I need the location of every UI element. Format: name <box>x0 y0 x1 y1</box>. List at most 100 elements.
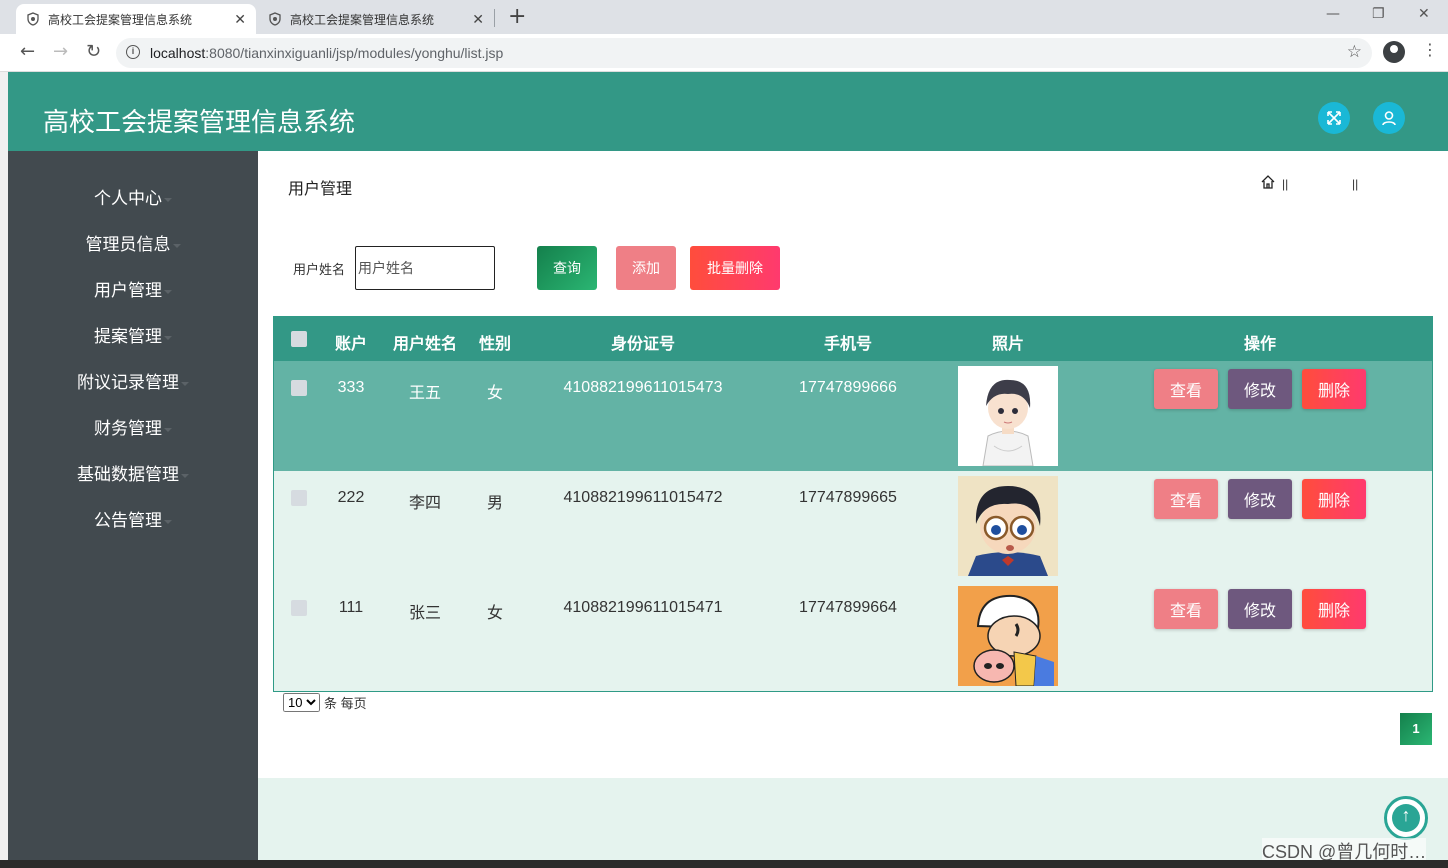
sidebar-item-basic-data[interactable]: 基础数据管理 <box>8 460 258 485</box>
edit-button[interactable]: 修改 <box>1228 369 1292 409</box>
browser-tab-title: 高校工会提案管理信息系统 <box>48 12 193 27</box>
menu-kebab-icon[interactable]: ⋮ <box>1422 40 1438 59</box>
sidebar-item-announcements[interactable]: 公告管理 <box>8 506 258 531</box>
cell-account: 222 <box>337 489 365 506</box>
query-button[interactable]: 查询 <box>537 246 597 290</box>
window-close-icon[interactable]: ✕ <box>1418 6 1430 22</box>
page-size-suffix: 条 每页 <box>324 696 367 711</box>
browser-tab-title: 高校工会提案管理信息系统 <box>290 12 435 27</box>
new-tab-button[interactable]: + <box>508 4 526 29</box>
view-button[interactable]: 查看 <box>1154 369 1218 409</box>
column-header: 性别 <box>478 336 512 353</box>
caret-down-icon <box>164 427 172 432</box>
browser-tab-2[interactable]: 高校工会提案管理信息系统 ✕ <box>258 4 494 34</box>
sidebar-item-personal-center[interactable]: 个人中心 <box>8 184 258 209</box>
table-header: 账户 用户姓名 性别 身份证号 手机号 照片 操作 <box>274 317 1432 361</box>
user-button[interactable] <box>1373 102 1405 134</box>
cell-id-card: 410882199611015471 <box>563 599 723 616</box>
cell-name: 王五 <box>408 385 442 402</box>
batch-delete-button[interactable]: 批量删除 <box>690 246 780 290</box>
view-button[interactable]: 查看 <box>1154 589 1218 629</box>
minimize-icon[interactable]: — <box>1326 6 1340 22</box>
url-text: localhost:8080/tianxinxiguanli/jsp/modul… <box>150 45 504 61</box>
column-header: 操作 <box>1243 336 1277 353</box>
back-to-top-button[interactable]: ↑ <box>1384 796 1428 840</box>
delete-button[interactable]: 删除 <box>1302 589 1366 629</box>
cell-gender: 女 <box>486 385 504 402</box>
cell-id-card: 410882199611015472 <box>563 489 723 506</box>
browser-tab-1[interactable]: 高校工会提案管理信息系统 ✕ <box>16 4 256 34</box>
cell-id-card: 410882199611015473 <box>563 379 723 396</box>
app-title: 高校工会提案管理信息系统 <box>43 107 356 137</box>
cell-phone: 17747899665 <box>799 489 897 506</box>
caret-down-icon <box>172 243 181 248</box>
shield-icon <box>269 12 281 26</box>
column-header: 身份证号 <box>610 336 676 353</box>
caret-down-icon <box>164 197 172 202</box>
table-row[interactable]: 222 李四 男 410882199611015472 17747899665 <box>274 471 1432 581</box>
sidebar-item-proposal-management[interactable]: 提案管理 <box>8 322 258 347</box>
user-photo <box>958 586 1058 686</box>
user-icon <box>1382 111 1396 126</box>
app-header: 高校工会提案管理信息系统 <box>8 72 1448 151</box>
user-table: 账户 用户姓名 性别 身份证号 手机号 照片 操作 333 王五 女 41088… <box>273 316 1433 692</box>
row-checkbox[interactable] <box>291 490 307 506</box>
caret-down-icon <box>181 381 189 386</box>
shield-icon <box>27 12 39 26</box>
column-header: 用户姓名 <box>392 336 458 353</box>
profile-avatar-icon[interactable] <box>1383 41 1405 63</box>
view-button[interactable]: 查看 <box>1154 479 1218 519</box>
expand-icon <box>1327 111 1341 125</box>
cell-name: 张三 <box>408 605 442 622</box>
bookmark-star-icon[interactable]: ☆ <box>1347 42 1362 62</box>
cell-phone: 17747899666 <box>799 379 897 396</box>
back-arrow-icon[interactable]: ← <box>20 41 35 62</box>
cell-name: 李四 <box>408 495 442 512</box>
caret-down-icon <box>164 335 172 340</box>
close-icon[interactable]: ✕ <box>472 11 484 28</box>
sidebar-item-finance-management[interactable]: 财务管理 <box>8 414 258 439</box>
page-title: 用户管理 <box>288 181 353 198</box>
page-number-button[interactable]: 1 <box>1400 713 1432 745</box>
close-icon[interactable]: ✕ <box>234 11 246 28</box>
search-input[interactable] <box>355 246 495 290</box>
address-bar: ← → ↻ i localhost:8080/tianxinxiguanli/j… <box>0 34 1448 72</box>
search-label: 用户姓名 <box>293 262 346 277</box>
window-edge <box>0 72 8 868</box>
info-icon[interactable]: i <box>126 45 140 59</box>
add-button[interactable]: 添加 <box>616 246 676 290</box>
forward-arrow-icon[interactable]: → <box>53 41 68 62</box>
row-checkbox[interactable] <box>291 380 307 396</box>
fullscreen-button[interactable] <box>1318 102 1350 134</box>
tab-divider <box>494 9 495 27</box>
page-size-select[interactable]: 10 <box>283 693 320 712</box>
cell-gender: 女 <box>486 605 504 622</box>
sidebar-item-admin-info[interactable]: 管理员信息 <box>8 230 258 255</box>
url-field[interactable]: i localhost:8080/tianxinxiguanli/jsp/mod… <box>116 38 1372 68</box>
delete-button[interactable]: 删除 <box>1302 479 1366 519</box>
sidebar-item-user-management[interactable]: 用户管理 <box>8 276 258 301</box>
row-checkbox[interactable] <box>291 600 307 616</box>
user-photo <box>958 366 1058 466</box>
delete-button[interactable]: 删除 <box>1302 369 1366 409</box>
restore-icon[interactable]: ❐ <box>1372 6 1385 22</box>
home-icon[interactable] <box>1260 174 1276 190</box>
column-header: 账户 <box>334 336 368 353</box>
column-header: 照片 <box>991 336 1025 353</box>
browser-tab-bar: 高校工会提案管理信息系统 ✕ 高校工会提案管理信息系统 ✕ + — ❐ ✕ <box>0 0 1448 34</box>
sidebar-item-seconding-records[interactable]: 附议记录管理 <box>8 368 258 393</box>
breadcrumb-separator: || <box>1282 177 1289 191</box>
select-all-checkbox[interactable] <box>291 331 307 347</box>
sidebar: 个人中心 管理员信息 用户管理 提案管理 附议记录管理 财务管理 基础数据管理 … <box>8 151 258 860</box>
table-row[interactable]: 111 张三 女 410882199611015471 17747899664 <box>274 581 1432 691</box>
reload-icon[interactable]: ↻ <box>86 41 101 62</box>
arrow-up-icon: ↑ <box>1401 805 1411 825</box>
table-row[interactable]: 333 王五 女 410882199611015473 17747899666 <box>274 361 1432 471</box>
main-content: 用户管理 || || 用户姓名 查询 添加 批量删除 账户 用户姓名 性别 身份… <box>258 151 1448 778</box>
edit-button[interactable]: 修改 <box>1228 589 1292 629</box>
taskbar <box>0 860 1448 868</box>
edit-button[interactable]: 修改 <box>1228 479 1292 519</box>
cell-gender: 男 <box>486 495 504 512</box>
caret-down-icon <box>164 519 172 524</box>
column-header: 手机号 <box>823 336 873 353</box>
